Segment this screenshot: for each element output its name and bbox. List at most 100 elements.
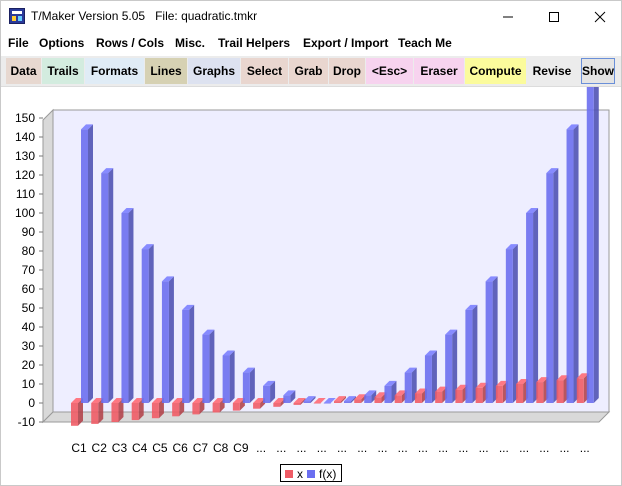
bar-x-front	[536, 382, 544, 403]
menu-misc[interactable]: Misc.	[175, 36, 205, 50]
y-tick-label: 130	[15, 149, 35, 163]
menu-rows-cols[interactable]: Rows / Cols	[96, 36, 164, 50]
bar-fx-front	[465, 309, 473, 403]
menu-options[interactable]: Options	[39, 36, 84, 50]
bar-x-front	[273, 403, 281, 407]
eraser-button[interactable]: Eraser	[414, 58, 464, 84]
graphs-button[interactable]: Graphs	[188, 58, 240, 84]
close-button[interactable]	[577, 1, 622, 32]
bar-fx-side	[148, 244, 154, 403]
x-tick-label: ...	[580, 441, 590, 455]
x-tick-label: C6	[172, 441, 188, 455]
show-button[interactable]: Show	[581, 58, 615, 84]
bar-fx-side	[533, 208, 539, 403]
close-icon	[594, 11, 606, 22]
window-title: T/Maker Version 5.05 File: quadratic.tmk…	[31, 9, 257, 23]
bar-fx-front	[283, 395, 291, 403]
bar-fx-front	[263, 385, 271, 403]
bar-x-front	[374, 397, 382, 403]
bar-fx-front	[364, 395, 372, 403]
bar-x-front	[192, 403, 200, 415]
select-button[interactable]: Select	[241, 58, 288, 84]
app-window: T/Maker Version 5.05 File: quadratic.tmk…	[0, 0, 622, 486]
esc-button[interactable]: <Esc>	[366, 58, 413, 84]
x-tick-label: C3	[112, 441, 128, 455]
bar-x-front	[334, 401, 341, 403]
legend-swatch-x	[285, 470, 293, 478]
legend-entry-x: x	[285, 467, 303, 481]
bar-fx-side	[553, 168, 559, 403]
minimize-button[interactable]	[485, 1, 531, 32]
bar-fx-front	[242, 372, 250, 403]
bar-fx-front	[323, 403, 331, 404]
bar-x-front	[556, 380, 564, 403]
bar-x-front	[354, 399, 362, 403]
menu-teach-me[interactable]: Teach Me	[398, 36, 452, 50]
y-tick-label: 140	[15, 130, 35, 144]
bar-x-front	[71, 403, 78, 426]
revise-button[interactable]: Revise	[527, 58, 577, 84]
x-tick-label: ...	[337, 441, 347, 455]
y-tick-label: 150	[15, 111, 35, 125]
lines-button[interactable]: Lines	[145, 58, 187, 84]
bar-fx-front	[546, 173, 554, 403]
x-tick-label: C8	[213, 441, 229, 455]
bar-x-front	[576, 378, 584, 403]
y-tick-label: 110	[16, 187, 35, 201]
bar-x-front	[495, 385, 503, 403]
minimize-icon	[503, 16, 513, 17]
menu-file[interactable]: File	[8, 36, 29, 50]
bar-fx-side	[249, 367, 255, 403]
bar-x-front	[91, 403, 99, 424]
bar-fx-front	[445, 334, 453, 403]
bar-x-front	[313, 403, 321, 404]
x-tick-label: ...	[276, 441, 286, 455]
y-tick-label: 60	[22, 282, 36, 296]
bar-x-front	[293, 403, 301, 405]
trails-button[interactable]: Trails	[42, 58, 84, 84]
y-tick-label: 0	[28, 396, 35, 410]
y-tick-label: 50	[22, 301, 36, 315]
chart-floor	[41, 411, 611, 423]
legend-label-fx: f(x)	[319, 467, 337, 481]
bar-fx-side	[189, 304, 195, 403]
bar-x-front	[253, 403, 261, 409]
bar-x-front	[172, 403, 180, 417]
bar-fx-front	[384, 385, 392, 403]
menu-trail-helpers[interactable]: Trail Helpers	[218, 36, 290, 50]
data-button[interactable]: Data	[6, 58, 41, 84]
y-tick-label: 30	[22, 339, 36, 353]
bar-fx-side	[168, 276, 174, 403]
y-tick-label: 90	[22, 225, 36, 239]
y-tick-label: 120	[15, 168, 35, 182]
x-tick-label: C5	[152, 441, 168, 455]
bar-fx-side	[593, 87, 599, 403]
bar-fx-front	[81, 129, 88, 403]
bar-x-front	[212, 403, 220, 413]
chart-back-wall	[52, 109, 610, 413]
bar-fx-side	[88, 124, 93, 404]
bar-x-front	[232, 403, 240, 411]
x-tick-label: ...	[317, 441, 327, 455]
bar-fx-side	[573, 124, 579, 404]
x-tick-label: ...	[519, 441, 529, 455]
x-tick-label: ...	[418, 441, 428, 455]
bar-x-front	[516, 384, 524, 403]
bar-fx-front	[303, 401, 311, 403]
bar-fx-front	[101, 173, 109, 403]
bar-fx-side	[492, 276, 498, 403]
bar-x-front	[475, 387, 483, 403]
title-bar: T/Maker Version 5.05 File: quadratic.tmk…	[1, 1, 621, 32]
y-tick-label: 40	[22, 320, 36, 334]
drop-button[interactable]: Drop	[329, 58, 365, 84]
menu-export-import[interactable]: Export / Import	[303, 36, 388, 50]
bar-x-front	[435, 391, 443, 403]
formats-button[interactable]: Formats	[85, 58, 144, 84]
app-icon	[9, 8, 25, 24]
x-tick-label: C4	[132, 441, 148, 455]
maximize-button[interactable]	[531, 1, 577, 32]
x-tick-label: ...	[297, 441, 307, 455]
grab-button[interactable]: Grab	[289, 58, 328, 84]
compute-button[interactable]: Compute	[465, 58, 526, 84]
y-tick-label: 20	[22, 358, 36, 372]
